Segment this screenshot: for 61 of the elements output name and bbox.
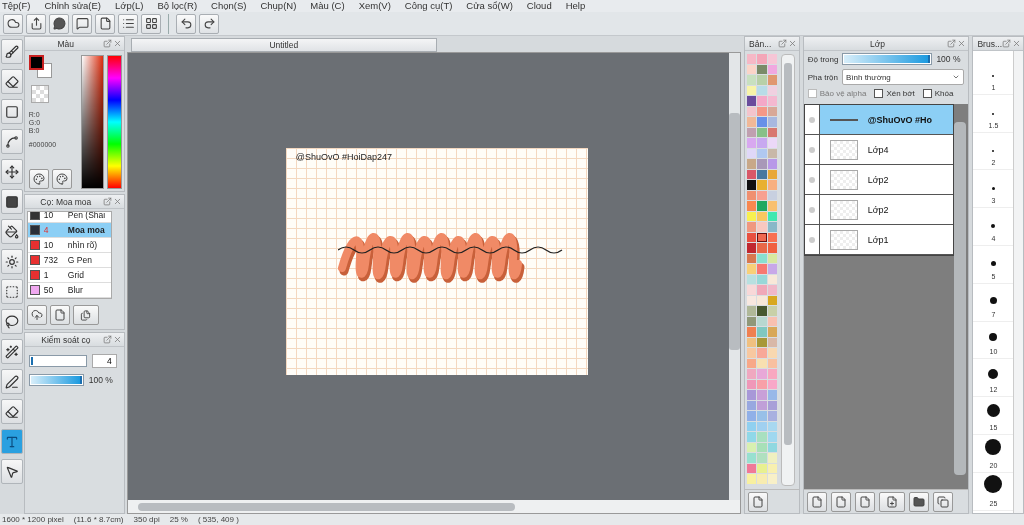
brush-size: 4 (43, 225, 50, 235)
menu-item[interactable]: Cửa sổ(W) (466, 0, 513, 12)
brush-size: 732 (43, 255, 59, 265)
menu-item[interactable]: Công cụ(T) (404, 0, 453, 12)
size-field[interactable]: 4 (91, 354, 117, 368)
panel-title: Lớp (869, 38, 887, 49)
layer-name: Lớp2 (867, 204, 889, 215)
layer-name: Lớp4 (867, 144, 889, 155)
menu-item[interactable]: Tệp(F) (2, 0, 31, 12)
brush-item[interactable]: 50 Blur (27, 283, 111, 298)
layer-item[interactable]: Lớp4 (804, 135, 953, 165)
layer-name: Lớp2 (867, 174, 889, 185)
brush-name: Moa moa (67, 225, 105, 235)
status-text: (11.6 * 8.7cm) (73, 515, 124, 524)
layer-item[interactable]: Lớp1 (804, 225, 953, 255)
brush-size: 1 (43, 270, 50, 280)
brush-name: Pen (Shai (67, 212, 106, 220)
menu-item[interactable]: Chỉnh sửa(E) (44, 0, 102, 12)
brush-item[interactable]: 10 Pen (Shai (27, 212, 111, 223)
menu-item[interactable]: Chọn(S) (211, 0, 247, 12)
layer-name: @ShuOvO #Ho (867, 114, 932, 125)
brush-size: 10 (43, 240, 55, 250)
menu-item[interactable]: Cloud (526, 0, 552, 12)
option-checkbox[interactable]: Xén bớt (874, 89, 915, 98)
status-text: 350 dpi (133, 515, 160, 524)
layer-item[interactable]: Lớp2 (804, 195, 953, 225)
menu-item[interactable]: Xem(V) (358, 0, 391, 12)
layer-item[interactable]: Lớp2 (804, 165, 953, 195)
menu-item[interactable]: Lớp(L) (115, 0, 144, 12)
blend-dropdown[interactable]: Bình thường (841, 69, 965, 85)
brush-name: Blur (67, 285, 83, 295)
brush-size: 10 (43, 212, 55, 220)
menu-item[interactable]: Bộ lọc(R) (157, 0, 198, 12)
brush-size: 50 (43, 285, 55, 295)
menu-item[interactable]: Chụp(N) (260, 0, 297, 12)
layer-opacity-reading: 100 % (936, 54, 961, 64)
brush-item[interactable]: 4 Moa moa (27, 223, 111, 238)
panel-title: Kiểm soát cọ (40, 334, 92, 345)
brush-name: nhìn rõ) (67, 240, 98, 250)
menu-item[interactable]: Màu (C) (310, 0, 345, 12)
panel-title: Bản... (749, 38, 773, 49)
brush-item[interactable]: 1 Grid (27, 268, 111, 283)
brush-name: Grid (67, 270, 84, 280)
status-text: 25 % (169, 515, 188, 524)
document-tab[interactable]: Untitled (130, 38, 437, 52)
option-checkbox[interactable]: Khóa (922, 89, 954, 98)
blend-label: Pha trộn (807, 72, 838, 82)
signature-text: @ShuOvO #HoiDap247 (295, 152, 392, 162)
panel-title: Brus... (977, 38, 1002, 49)
panel-title: Cọ: Moa moa (39, 196, 93, 207)
layer-item[interactable]: @ShuOvO #Ho (804, 105, 953, 135)
menu-item[interactable]: Help (565, 0, 586, 12)
opacity-label: Độ trong (807, 54, 839, 64)
opacity-reading: 100 % (88, 375, 113, 385)
brush-name: G Pen (67, 255, 92, 265)
status-text: ( 535, 409 ) (197, 515, 239, 524)
panel-title: Màu (56, 38, 76, 49)
status-text: 1600 * 1200 pixel (2, 515, 64, 524)
brush-item[interactable]: 10 nhìn rõ) (27, 238, 111, 253)
layer-name: Lớp1 (867, 234, 889, 245)
brush-item[interactable]: 732 G Pen (27, 253, 111, 268)
